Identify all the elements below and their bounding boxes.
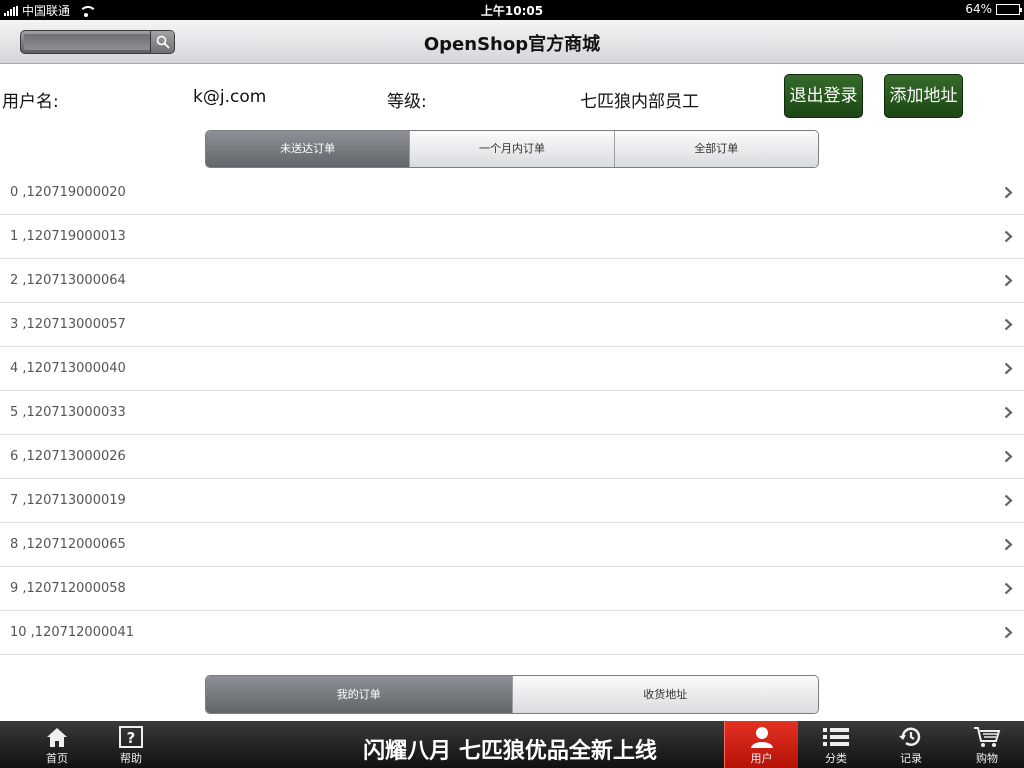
order-row[interactable]: 8 ,120712000065 xyxy=(0,523,1024,567)
username-label: 用户名: xyxy=(2,92,59,112)
tab-cart[interactable]: 购物 xyxy=(957,721,1017,768)
tab-help-label: 帮助 xyxy=(120,752,142,765)
cart-icon xyxy=(974,727,1001,747)
order-row[interactable]: 7 ,120713000019 xyxy=(0,479,1024,523)
tab-undelivered-orders[interactable]: 未送达订单 xyxy=(206,131,410,167)
order-number: 3 ,120713000057 xyxy=(10,317,126,332)
tab-home[interactable]: 首页 xyxy=(27,721,87,768)
chevron-right-icon xyxy=(1004,230,1013,243)
page-title: OpenShop官方商城 xyxy=(423,34,601,55)
list-icon xyxy=(823,728,849,746)
bottom-segment: 我的订单 收货地址 xyxy=(205,675,819,714)
user-icon xyxy=(750,727,773,748)
chevron-right-icon xyxy=(1004,582,1013,595)
order-filter-segment: 未送达订单 一个月内订单 全部订单 xyxy=(205,130,819,168)
chevron-right-icon xyxy=(1004,494,1013,507)
chevron-right-icon xyxy=(1004,318,1013,331)
add-address-button[interactable]: 添加地址 xyxy=(884,74,963,118)
order-row[interactable]: 5 ,120713000033 xyxy=(0,391,1024,435)
order-list: 0 ,120719000020 1 ,120719000013 2 ,1207130… xyxy=(0,171,1024,655)
order-number: 8 ,120712000065 xyxy=(10,537,126,552)
order-row[interactable]: 6 ,120713000026 xyxy=(0,435,1024,479)
tab-category-label: 分类 xyxy=(825,752,847,765)
order-row[interactable]: 1 ,120719000013 xyxy=(0,215,1024,259)
user-info-row: 用户名: k@j.com 等级: 七匹狼内部员工 退出登录 添加地址 xyxy=(0,64,1024,128)
battery-icon xyxy=(996,3,1022,15)
order-row[interactable]: 3 ,120713000057 xyxy=(0,303,1024,347)
level-label: 等级: xyxy=(387,92,427,112)
tab-shipping-address[interactable]: 收货地址 xyxy=(511,676,818,713)
order-row[interactable]: 9 ,120712000058 xyxy=(0,567,1024,611)
chevron-right-icon xyxy=(1004,406,1013,419)
order-number: 5 ,120713000033 xyxy=(10,405,126,420)
svg-text:?: ? xyxy=(127,729,136,747)
promo-banner[interactable]: 闪耀八月 七匹狼优品全新上线 xyxy=(300,733,720,765)
order-number: 1 ,120719000013 xyxy=(10,229,126,244)
level-value: 七匹狼内部员工 xyxy=(580,92,699,112)
status-right: 64% xyxy=(965,2,1022,16)
order-number: 2 ,120713000064 xyxy=(10,273,126,288)
logout-button[interactable]: 退出登录 xyxy=(784,74,863,118)
home-icon xyxy=(47,728,67,747)
tab-home-label: 首页 xyxy=(46,752,68,765)
tab-category[interactable]: 分类 xyxy=(806,721,866,768)
tab-user-label: 用户 xyxy=(750,752,773,765)
order-row[interactable]: 0 ,120719000020 xyxy=(0,171,1024,215)
order-number: 7 ,120713000019 xyxy=(10,493,126,508)
order-number: 4 ,120713000040 xyxy=(10,361,126,376)
chevron-right-icon xyxy=(1004,362,1013,375)
history-icon xyxy=(899,727,921,746)
order-number: 6 ,120713000026 xyxy=(10,449,126,464)
order-row[interactable]: 10 ,120712000041 xyxy=(0,611,1024,655)
tab-cart-label: 购物 xyxy=(976,752,998,765)
chevron-right-icon xyxy=(1004,274,1013,287)
tab-bar: 首页 ? 帮助 闪耀八月 七匹狼优品全新上线 用户 分类 记录 购物 xyxy=(0,721,1024,768)
order-number: 0 ,120719000020 xyxy=(10,185,126,200)
tab-help[interactable]: ? 帮助 xyxy=(101,721,161,768)
tab-month-orders[interactable]: 一个月内订单 xyxy=(409,131,614,167)
nav-bar: OpenShop官方商城 xyxy=(0,20,1024,64)
order-row[interactable]: 4 ,120713000040 xyxy=(0,347,1024,391)
status-bar: 中国联通 上午10:05 64% xyxy=(0,0,1024,20)
battery-percent: 64% xyxy=(965,2,992,16)
order-number: 10 ,120712000041 xyxy=(10,625,135,640)
tab-history-label: 记录 xyxy=(900,752,922,765)
order-number: 9 ,120712000058 xyxy=(10,581,126,596)
tab-all-orders[interactable]: 全部订单 xyxy=(613,131,818,167)
chevron-right-icon xyxy=(1004,538,1013,551)
help-icon: ? xyxy=(119,726,143,748)
order-row[interactable]: 2 ,120713000064 xyxy=(0,259,1024,303)
chevron-right-icon xyxy=(1004,450,1013,463)
status-time: 上午10:05 xyxy=(480,4,544,18)
username-value: k@j.com xyxy=(193,87,267,107)
tab-user[interactable]: 用户 xyxy=(724,721,798,768)
chevron-right-icon xyxy=(1004,626,1013,639)
tab-history[interactable]: 记录 xyxy=(881,721,941,768)
tab-my-orders[interactable]: 我的订单 xyxy=(206,676,512,713)
chevron-right-icon xyxy=(1004,186,1013,199)
